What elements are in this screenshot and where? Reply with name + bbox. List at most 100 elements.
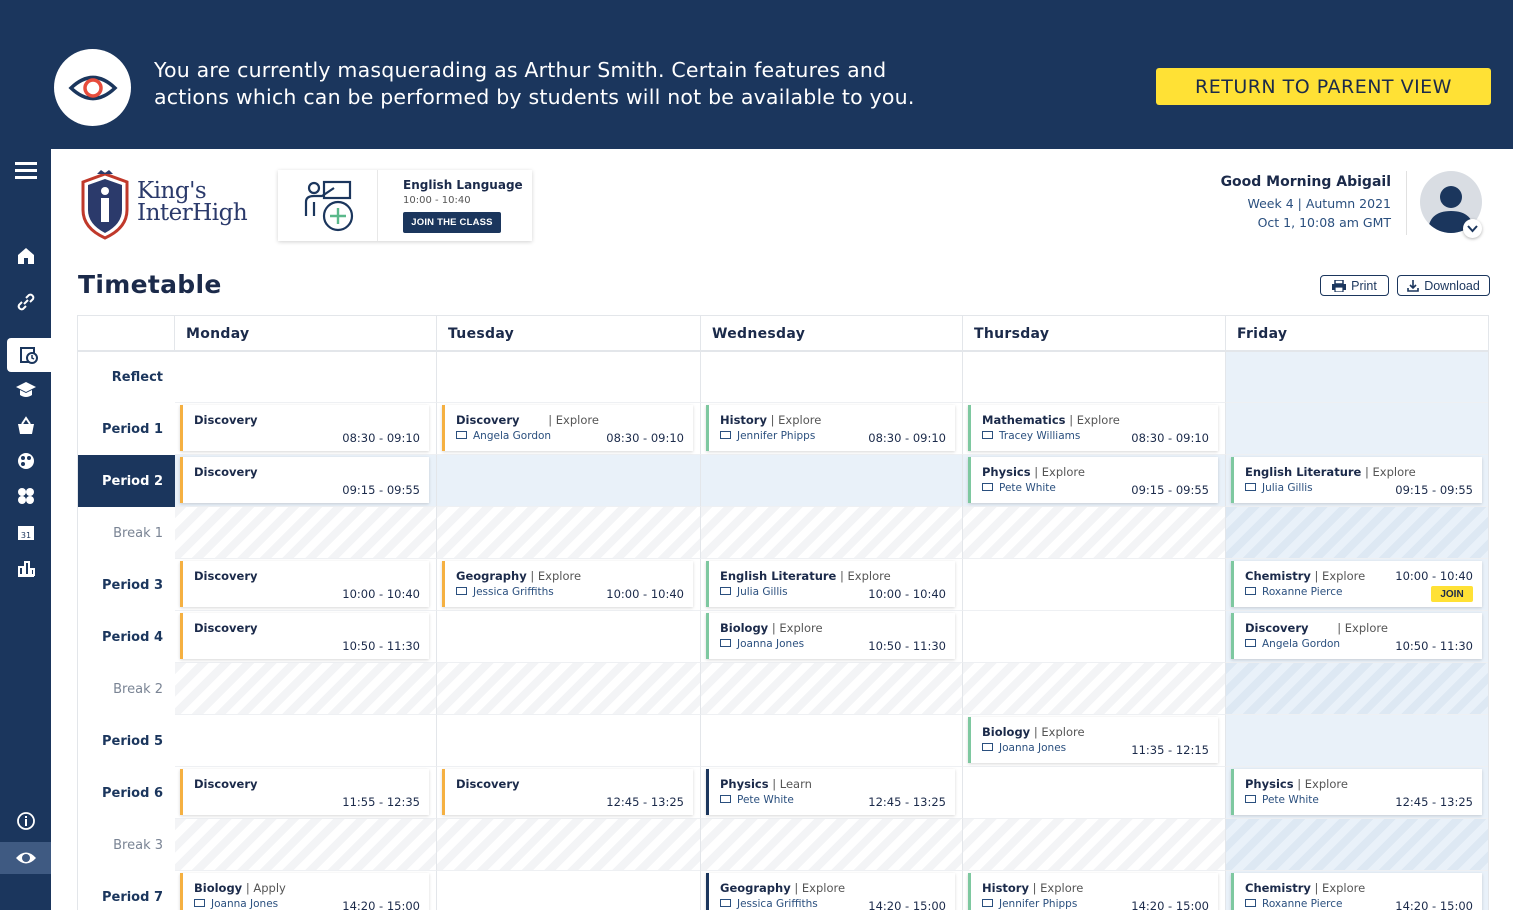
lesson-card[interactable]: Biology | Explore Joanna Jones 10:50 - 11:… <box>706 613 955 659</box>
lesson-teacher[interactable]: Jennifer Phipps <box>720 430 815 442</box>
community-icon[interactable] <box>0 479 51 513</box>
timetable-cell <box>437 507 701 559</box>
current-class-title: English Language <box>403 178 523 192</box>
timetable-cell <box>963 352 1226 403</box>
join-lesson-button[interactable]: JOIN <box>1431 586 1473 602</box>
lesson-time: 08:30 - 09:10 <box>868 431 946 445</box>
row-label-period-1: Period 1 <box>101 421 163 437</box>
lesson-teacher[interactable]: Pete White <box>720 794 794 806</box>
greeting-text: Good Morning Abigail <box>1220 174 1391 190</box>
lesson-mode: | Explore <box>1310 881 1366 895</box>
info-icon[interactable] <box>0 804 51 838</box>
lesson-mode: | Learn <box>768 777 812 791</box>
eye-icon <box>54 49 131 126</box>
lesson-card[interactable]: Geography | Explore Jessica Griffiths 14:2… <box>706 873 955 910</box>
chevron-down-icon[interactable] <box>1463 219 1482 238</box>
timetable-icon[interactable] <box>7 338 51 372</box>
lesson-card[interactable]: Biology | Explore Joanna Jones 11:35 - 12:… <box>968 717 1218 763</box>
lesson-card[interactable]: Discovery 08:30 - 09:10 <box>180 405 429 451</box>
lesson-teacher[interactable]: Roxanne Pierce <box>1245 586 1342 598</box>
lesson-teacher[interactable]: Joanna Jones <box>194 898 278 910</box>
link-icon[interactable] <box>0 285 51 319</box>
lesson-teacher[interactable]: Angela Gordon <box>456 430 551 442</box>
lesson-time: 12:45 - 13:25 <box>868 795 946 809</box>
lesson-teacher[interactable]: Roxanne Pierce <box>1245 898 1342 910</box>
lesson-card[interactable]: Discovery | Explore Angela Gordon 10:50 - … <box>1231 613 1482 659</box>
home-icon[interactable] <box>0 239 51 273</box>
lesson-subject: Biology | Explore <box>720 621 823 635</box>
lesson-card[interactable]: Mathematics | Explore Tracey Williams 08:3… <box>968 405 1218 451</box>
graduation-cap-icon[interactable] <box>0 373 51 407</box>
day-header-monday: Monday <box>175 316 437 352</box>
lesson-mode: | Explore <box>836 569 891 583</box>
lesson-mode: | Explore <box>1361 465 1416 479</box>
lesson-teacher[interactable]: Pete White <box>982 482 1056 494</box>
lesson-card[interactable]: Chemistry | Explore Roxanne Pierce 10:00 -… <box>1231 561 1482 607</box>
bar-chart-icon[interactable] <box>0 551 51 585</box>
lesson-teacher[interactable]: Jessica Griffiths <box>720 898 818 910</box>
lesson-card[interactable]: Discovery 11:55 - 12:35 <box>180 769 429 815</box>
timetable-cell <box>701 715 963 767</box>
timetable-cell <box>437 455 701 507</box>
lesson-mode: | Explore <box>1308 621 1388 635</box>
lesson-teacher[interactable]: Tracey Williams <box>982 430 1080 442</box>
row-label-reflect: Reflect <box>111 370 163 385</box>
week-label: Week 4 | Autumn 2021 <box>1247 196 1391 211</box>
download-button[interactable]: Download <box>1397 275 1490 296</box>
lesson-subject: Mathematics | Explore <box>982 413 1120 427</box>
lesson-card[interactable]: Discovery | Explore Angela Gordon 08:30 - … <box>442 405 693 451</box>
lesson-mode: | Explore <box>1065 413 1120 427</box>
masquerade-eye-icon[interactable] <box>0 842 51 874</box>
lesson-teacher[interactable]: Jennifer Phipps <box>982 898 1077 910</box>
basket-icon[interactable] <box>0 409 51 443</box>
lesson-teacher[interactable]: Joanna Jones <box>982 742 1066 754</box>
current-class-card: English Language 10:00 - 10:40 JOIN THE … <box>278 170 532 241</box>
calendar-icon[interactable]: 31 <box>0 515 51 549</box>
lesson-card[interactable]: Discovery 12:45 - 13:25 <box>442 769 693 815</box>
lesson-time: 12:45 - 13:25 <box>1395 795 1473 809</box>
lesson-card[interactable]: English Literature | Explore Julia Gillis… <box>1231 457 1482 503</box>
lesson-teacher[interactable]: Joanna Jones <box>720 638 804 650</box>
lesson-card[interactable]: Discovery 10:50 - 11:30 <box>180 613 429 659</box>
lesson-card[interactable]: Discovery 09:15 - 09:55 <box>180 457 429 503</box>
lesson-teacher[interactable]: Pete White <box>1245 794 1319 806</box>
lesson-card[interactable]: Physics | Explore Pete White 09:15 - 09:55 <box>968 457 1218 503</box>
lesson-mode: | Explore <box>1293 777 1348 791</box>
row-label-period-7: Period 7 <box>101 889 163 905</box>
lesson-card[interactable]: Discovery 10:00 - 10:40 <box>180 561 429 607</box>
lesson-teacher[interactable]: Jessica Griffiths <box>456 586 554 598</box>
lesson-teacher[interactable]: Julia Gillis <box>720 586 788 598</box>
lesson-card[interactable]: History | Explore Jennifer Phipps 14:20 - … <box>968 873 1218 910</box>
lesson-card[interactable]: Physics | Explore Pete White 12:45 - 13:25 <box>1231 769 1482 815</box>
lesson-card[interactable]: Geography | Explore Jessica Griffiths 10:0… <box>442 561 693 607</box>
lesson-subject: Geography | Explore <box>720 881 846 895</box>
lesson-card[interactable]: History | Explore Jennifer Phipps 08:30 - … <box>706 405 955 451</box>
lesson-subject: Physics | Explore <box>982 465 1085 479</box>
join-class-button[interactable]: JOIN THE CLASS <box>403 212 501 233</box>
timetable-cell <box>175 507 437 559</box>
return-to-parent-view-button[interactable]: RETURN TO PARENT VIEW <box>1156 68 1491 105</box>
lesson-time: 14:20 - 15:00 <box>1395 899 1473 910</box>
lesson-teacher[interactable]: Angela Gordon <box>1245 638 1340 650</box>
palette-icon[interactable] <box>0 444 51 478</box>
day-header-thursday: Thursday <box>963 316 1226 352</box>
kings-interhigh-logo[interactable]: King's InterHigh <box>79 170 249 240</box>
row-label-period-3: Period 3 <box>101 577 163 593</box>
lesson-subject: Discovery | Explore <box>1245 621 1388 635</box>
print-button[interactable]: Print <box>1320 275 1389 296</box>
day-header-friday: Friday <box>1226 316 1488 352</box>
lesson-mode: | Explore <box>768 621 823 635</box>
lesson-subject: Discovery | Explore <box>456 413 599 427</box>
row-label-period-4: Period 4 <box>101 629 163 645</box>
lesson-card[interactable]: Physics | Learn Pete White 12:45 - 13:25 <box>706 769 955 815</box>
timetable-cell <box>963 559 1226 611</box>
lesson-mode: | Explore <box>1028 881 1084 895</box>
lesson-card[interactable]: Chemistry | Explore Roxanne Pierce 14:20 -… <box>1231 873 1482 910</box>
lesson-card[interactable]: English Literature | Explore Julia Gillis… <box>706 561 955 607</box>
download-icon <box>1407 279 1420 292</box>
timetable-cell <box>1226 715 1488 767</box>
lesson-teacher[interactable]: Julia Gillis <box>1245 482 1313 494</box>
lesson-time: 10:00 - 10:40 <box>1395 569 1473 583</box>
menu-icon[interactable] <box>0 153 51 187</box>
lesson-card[interactable]: Biology | Apply Joanna Jones 14:20 - 15:00 <box>180 873 429 910</box>
